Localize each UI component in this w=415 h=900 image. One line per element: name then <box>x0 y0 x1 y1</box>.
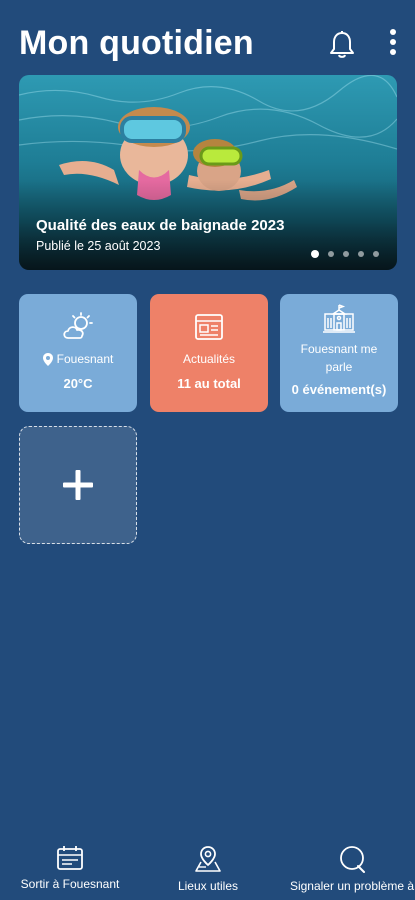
calendar-icon <box>57 846 83 870</box>
map-pin-icon <box>195 846 221 872</box>
app-header: Mon quotidien <box>0 0 415 80</box>
nav-sortir[interactable]: Sortir à Fouesnant <box>15 845 125 891</box>
news-label: Actualités <box>182 352 236 366</box>
news-count: 11 au total <box>177 376 241 391</box>
carousel-dot[interactable] <box>343 251 349 257</box>
banner-date: Publié le 25 août 2023 <box>36 239 161 253</box>
city-events: 0 événement(s) <box>291 382 387 397</box>
nav-lieux[interactable]: Lieux utiles <box>158 845 258 893</box>
nav-label: Signaler un problème à <box>289 879 415 893</box>
page-title: Mon quotidien <box>19 24 254 62</box>
nav-signaler[interactable]: Signaler un problème à <box>282 845 415 893</box>
city-tile[interactable]: Fouesnant me parle 0 événement(s) <box>280 294 398 412</box>
city-label: Fouesnant me parle <box>300 342 378 374</box>
bell-icon[interactable] <box>328 30 356 60</box>
newspaper-icon <box>195 314 223 340</box>
weather-temperature: 20°C <box>63 376 93 391</box>
news-tile[interactable]: Actualités 11 au total <box>150 294 268 412</box>
chat-bubble-icon <box>340 846 365 873</box>
carousel-dot[interactable] <box>373 251 379 257</box>
add-tile-button[interactable] <box>19 426 137 544</box>
news-carousel[interactable]: Qualité des eaux de baignade 2023 Publié… <box>19 75 397 270</box>
nav-label: Lieux utiles <box>177 879 239 893</box>
plus-icon <box>63 470 93 500</box>
bottom-navigation: Sortir à Fouesnant Lieux utiles Signaler… <box>0 840 415 900</box>
partly-cloudy-icon <box>63 312 93 339</box>
carousel-dot[interactable] <box>311 250 319 258</box>
carousel-pagination <box>311 250 379 258</box>
carousel-dot[interactable] <box>328 251 334 257</box>
weather-location: Fouesnant <box>56 352 114 366</box>
banner-title: Qualité des eaux de baignade 2023 <box>36 217 285 234</box>
town-hall-icon <box>323 304 355 333</box>
location-pin-icon <box>42 352 53 366</box>
carousel-dot[interactable] <box>358 251 364 257</box>
weather-tile[interactable]: Fouesnant 20°C <box>19 294 137 412</box>
more-options-icon[interactable] <box>386 28 400 56</box>
nav-label: Sortir à Fouesnant <box>20 877 120 891</box>
